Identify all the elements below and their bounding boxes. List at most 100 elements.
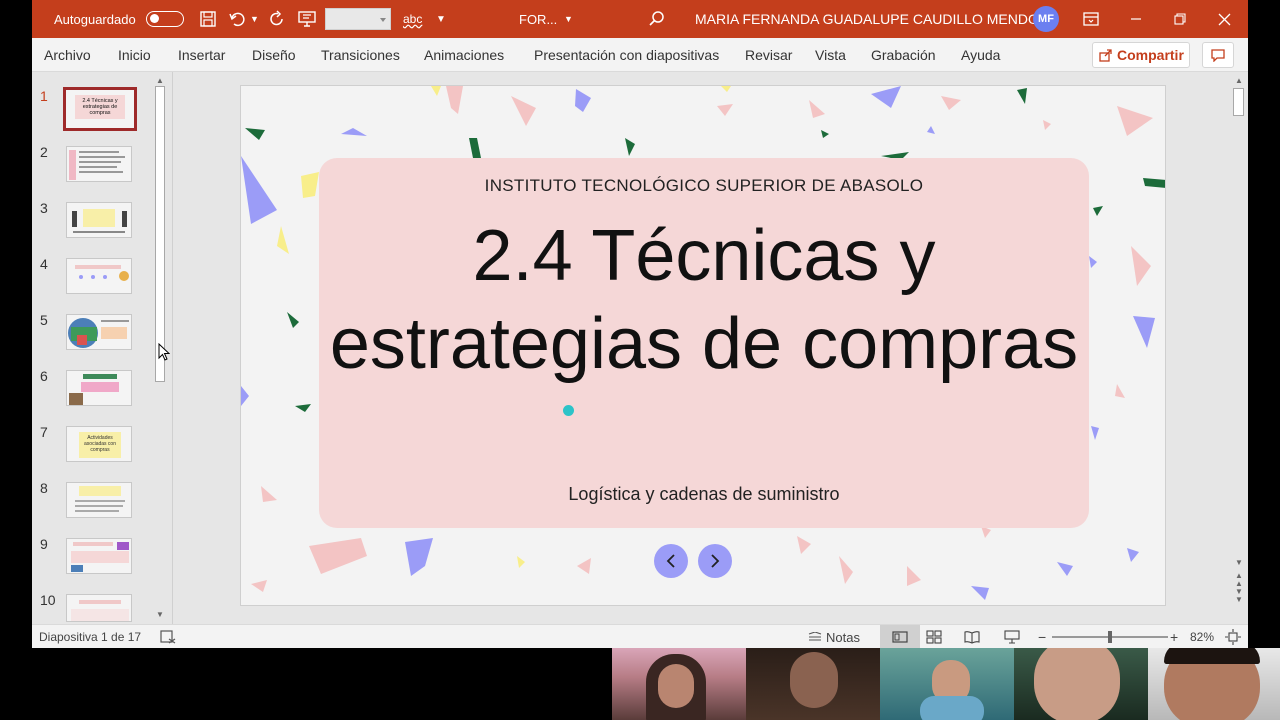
thumb-1-text: 2.4 Técnicas y estrategias de compras bbox=[75, 95, 125, 119]
thumbnail-slide-9[interactable] bbox=[66, 538, 132, 574]
font-name-box[interactable] bbox=[325, 0, 391, 38]
zoom-slider-thumb[interactable] bbox=[1108, 631, 1112, 643]
normal-view-button[interactable] bbox=[880, 625, 920, 648]
minimize-icon[interactable] bbox=[1130, 0, 1142, 38]
title-card: INSTITUTO TECNOLÓGICO SUPERIOR DE ABASOL… bbox=[319, 158, 1089, 528]
notes-icon bbox=[808, 632, 822, 641]
tab-insertar[interactable]: Insertar bbox=[178, 38, 225, 72]
thumb-7-text: Actividades asociadas con compras bbox=[79, 432, 121, 458]
scroll-down-icon[interactable]: ▼ bbox=[156, 610, 164, 619]
autosave-label: Autoguardado bbox=[54, 11, 136, 27]
tab-ayuda[interactable]: Ayuda bbox=[961, 38, 1000, 72]
search-icon[interactable] bbox=[648, 0, 666, 38]
thumb-number-9: 9 bbox=[40, 536, 48, 552]
slide-sorter-icon[interactable] bbox=[926, 625, 942, 648]
title-bar: Autoguardado ▼ abc ▼ FOR... ▼ MARIA FERN… bbox=[32, 0, 1248, 38]
thumbnail-slide-1[interactable]: 2.4 Técnicas y estrategias de compras bbox=[63, 87, 137, 131]
tab-revisar[interactable]: Revisar bbox=[745, 38, 792, 72]
autosave-toggle[interactable] bbox=[146, 0, 184, 38]
thumb-number-5: 5 bbox=[40, 312, 48, 328]
tab-transiciones[interactable]: Transiciones bbox=[321, 38, 400, 72]
video-call-strip bbox=[612, 648, 1280, 720]
ribbon-tabs: Archivo Inicio Insertar Diseño Transicio… bbox=[32, 38, 1248, 72]
scroll-up-icon[interactable]: ▲ bbox=[156, 76, 164, 85]
teal-dot bbox=[563, 405, 574, 416]
slide-thumbnail-pane: 1 2.4 Técnicas y estrategias de compras … bbox=[32, 72, 172, 624]
tab-animaciones[interactable]: Animaciones bbox=[424, 38, 504, 72]
thumbnail-slide-10[interactable] bbox=[66, 594, 132, 622]
participant-video-2 bbox=[746, 648, 880, 720]
status-bar: Diapositiva 1 de 17 Notas − + 82% bbox=[32, 624, 1248, 648]
thumb-number-7: 7 bbox=[40, 424, 48, 440]
thumb-number-3: 3 bbox=[40, 200, 48, 216]
tab-inicio[interactable]: Inicio bbox=[118, 38, 151, 72]
scroll-up-icon[interactable]: ▲ bbox=[1235, 76, 1243, 85]
zoom-level[interactable]: 82% bbox=[1190, 625, 1214, 648]
share-icon bbox=[1099, 49, 1112, 62]
participant-video-4 bbox=[1014, 648, 1148, 720]
thumbnail-slide-5[interactable] bbox=[66, 314, 132, 350]
notes-button[interactable]: Notas bbox=[808, 625, 860, 648]
scrollbar-thumb[interactable] bbox=[1233, 88, 1244, 116]
slideshow-icon[interactable] bbox=[1004, 625, 1020, 648]
slide-canvas[interactable]: INSTITUTO TECNOLÓGICO SUPERIOR DE ABASOL… bbox=[240, 85, 1166, 606]
customize-toolbar-icon[interactable]: ▼ bbox=[436, 0, 446, 38]
slide-subtitle[interactable]: Logística y cadenas de suministro bbox=[319, 484, 1089, 505]
undo-dropdown-icon[interactable]: ▼ bbox=[250, 0, 259, 38]
tab-archivo[interactable]: Archivo bbox=[44, 38, 91, 72]
ribbon-display-icon[interactable] bbox=[1083, 0, 1099, 38]
zoom-out-icon[interactable]: − bbox=[1038, 625, 1046, 648]
institution-text[interactable]: INSTITUTO TECNOLÓGICO SUPERIOR DE ABASOL… bbox=[319, 176, 1089, 196]
zoom-in-icon[interactable]: + bbox=[1170, 625, 1178, 648]
slide-counter: Diapositiva 1 de 17 bbox=[39, 630, 142, 644]
thumbnail-slide-6[interactable] bbox=[66, 370, 132, 406]
comment-icon bbox=[1211, 48, 1225, 62]
document-dropdown-icon[interactable]: ▼ bbox=[564, 0, 573, 38]
undo-icon[interactable] bbox=[228, 0, 246, 38]
fit-to-window-icon[interactable] bbox=[1225, 625, 1241, 648]
thumb-number-6: 6 bbox=[40, 368, 48, 384]
thumb-number-1: 1 bbox=[40, 88, 48, 104]
thumbnail-slide-8[interactable] bbox=[66, 482, 132, 518]
powerpoint-window: Autoguardado ▼ abc ▼ FOR... ▼ MARIA FERN… bbox=[32, 0, 1248, 648]
thumbnail-slide-7[interactable]: Actividades asociadas con compras bbox=[66, 426, 132, 462]
accessibility-icon[interactable] bbox=[160, 625, 176, 648]
thumbnail-slide-3[interactable] bbox=[66, 202, 132, 238]
tab-presentacion[interactable]: Presentación con diapositivas bbox=[534, 38, 719, 72]
participant-video-3 bbox=[880, 648, 1014, 720]
thumbnail-slide-2[interactable] bbox=[66, 146, 132, 182]
next-slide-button[interactable] bbox=[698, 544, 732, 578]
close-icon[interactable] bbox=[1218, 0, 1231, 38]
comments-button[interactable] bbox=[1202, 42, 1234, 68]
document-name[interactable]: FOR... bbox=[519, 0, 557, 38]
tab-diseno[interactable]: Diseño bbox=[252, 38, 296, 72]
spelling-icon[interactable]: abc bbox=[403, 0, 422, 38]
restore-icon[interactable] bbox=[1174, 0, 1186, 38]
tab-vista[interactable]: Vista bbox=[815, 38, 846, 72]
share-label: Compartir bbox=[1117, 47, 1184, 63]
save-icon[interactable] bbox=[199, 0, 217, 38]
thumb-number-10: 10 bbox=[40, 592, 56, 608]
slide-title[interactable]: 2.4 Técnicas y estrategias de compras bbox=[319, 212, 1089, 388]
tab-grabacion[interactable]: Grabación bbox=[871, 38, 936, 72]
chevron-right-icon bbox=[711, 554, 720, 568]
avatar[interactable]: MF bbox=[1033, 0, 1059, 38]
notes-label: Notas bbox=[826, 629, 860, 645]
next-slide-scroll-icon[interactable]: ▼ ▼ bbox=[1235, 588, 1243, 604]
thumbnail-slide-4[interactable] bbox=[66, 258, 132, 294]
scrollbar-thumb[interactable] bbox=[155, 86, 165, 382]
slide-scrollbar[interactable]: ▲ ▼ ▲ ▲ ▼ ▼ bbox=[1231, 72, 1248, 624]
present-icon[interactable] bbox=[298, 0, 316, 38]
thumb-number-2: 2 bbox=[40, 144, 48, 160]
chevron-left-icon bbox=[666, 554, 675, 568]
previous-slide-scroll-icon[interactable]: ▲ ▲ bbox=[1235, 572, 1243, 588]
scroll-down-icon[interactable]: ▼ bbox=[1235, 558, 1243, 567]
mouse-cursor-icon bbox=[158, 342, 171, 366]
previous-slide-button[interactable] bbox=[654, 544, 688, 578]
zoom-slider[interactable] bbox=[1052, 625, 1168, 648]
thumb-number-4: 4 bbox=[40, 256, 48, 272]
normal-view-icon bbox=[892, 631, 908, 643]
redo-icon[interactable] bbox=[268, 0, 286, 38]
reading-view-icon[interactable] bbox=[964, 625, 980, 648]
share-button[interactable]: Compartir bbox=[1092, 42, 1190, 68]
